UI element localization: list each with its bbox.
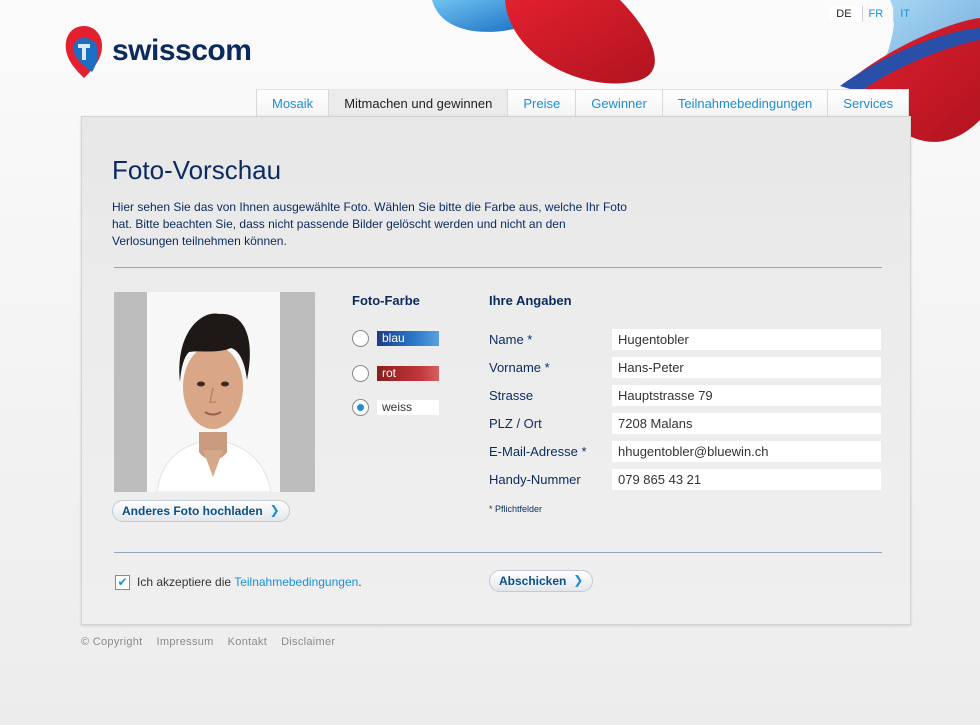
swisscom-logo-icon: [65, 26, 102, 78]
swatch-blau[interactable]: blau: [377, 331, 439, 346]
label-vorname: Vorname *: [489, 360, 550, 375]
upload-other-photo-label: Anderes Foto hochladen: [122, 504, 263, 518]
vorname-field[interactable]: [612, 357, 881, 378]
label-plz-ort: PLZ / Ort: [489, 416, 542, 431]
footer-impressum[interactable]: Impressum: [157, 636, 214, 648]
tab-services[interactable]: Services: [827, 89, 910, 117]
swisscom-wordmark: swisscom: [112, 34, 252, 67]
label-handy: Handy-Nummer: [489, 472, 581, 487]
tab-mitmachen-und-gewinnen[interactable]: Mitmachen und gewinnen: [328, 89, 508, 117]
swatch-weiss[interactable]: weiss: [377, 400, 439, 415]
footer-links: © Copyright Impressum Kontakt Disclaimer: [81, 636, 349, 648]
upload-other-photo-button[interactable]: Anderes Foto hochladen ❯: [112, 500, 290, 522]
tab-mosaik[interactable]: Mosaik: [256, 89, 329, 117]
tab-gewinner[interactable]: Gewinner: [575, 89, 662, 117]
main-nav-tabs: Mosaik Mitmachen und gewinnen Preise Gew…: [256, 89, 910, 117]
intro-text: Hier sehen Sie das von Ihnen ausgewählte…: [112, 200, 627, 248]
chevron-right-icon: ❯: [269, 503, 280, 517]
accept-terms-prefix: Ich akzeptiere die: [137, 575, 232, 589]
strasse-field[interactable]: [612, 385, 881, 406]
name-field[interactable]: [612, 329, 881, 350]
chevron-right-icon: ❯: [573, 573, 584, 587]
lang-de[interactable]: DE: [830, 6, 863, 22]
terms-link[interactable]: Teilnahmebedingungen: [234, 575, 358, 589]
handy-field[interactable]: [612, 469, 881, 490]
divider-top: [114, 267, 882, 268]
uploaded-photo: [147, 292, 280, 492]
email-field[interactable]: [612, 441, 881, 462]
label-strasse: Strasse: [489, 388, 534, 403]
color-option-blau[interactable]: blau: [352, 330, 439, 347]
radio-blau[interactable]: [352, 330, 369, 347]
accept-terms-checkbox[interactable]: ✔: [115, 575, 130, 590]
accept-terms-label: Ich akzeptiere die Teilnahmebedingungen.: [137, 575, 362, 589]
lang-fr[interactable]: FR: [863, 6, 895, 22]
details-title: Ihre Angaben: [489, 293, 572, 308]
tab-preise[interactable]: Preise: [507, 89, 576, 117]
footer-disclaimer[interactable]: Disclaimer: [281, 636, 335, 648]
label-email: E-Mail-Adresse *: [489, 444, 587, 459]
lang-it[interactable]: IT: [894, 6, 920, 22]
photo-preview: [114, 292, 315, 492]
swatch-rot[interactable]: rot: [377, 366, 439, 381]
color-option-rot[interactable]: rot: [352, 365, 439, 382]
swisscom-logo[interactable]: swisscom: [62, 24, 252, 80]
label-name: Name *: [489, 332, 533, 347]
submit-button[interactable]: Abschicken ❯: [489, 570, 594, 592]
footer-kontakt[interactable]: Kontakt: [228, 636, 267, 648]
footer-copyright[interactable]: © Copyright: [81, 636, 143, 648]
radio-weiss[interactable]: [352, 399, 369, 416]
tab-teilnahmebedingungen[interactable]: Teilnahmebedingungen: [661, 89, 828, 117]
required-fields-note: * Pflichtfelder: [489, 504, 543, 514]
content-panel: Foto-Vorschau Hier sehen Sie das von Ihn…: [81, 116, 911, 625]
submit-label: Abschicken: [499, 574, 567, 588]
portrait-illustration: [147, 292, 280, 492]
page-title: Foto-Vorschau: [112, 155, 282, 185]
radio-rot[interactable]: [352, 365, 369, 382]
divider-bottom: [114, 552, 882, 553]
language-switcher: DE FR IT: [830, 6, 920, 22]
color-option-weiss[interactable]: weiss: [352, 399, 439, 416]
photo-color-title: Foto-Farbe: [352, 293, 420, 308]
plz-ort-field[interactable]: [612, 413, 881, 434]
accept-terms-suffix: .: [358, 575, 362, 589]
